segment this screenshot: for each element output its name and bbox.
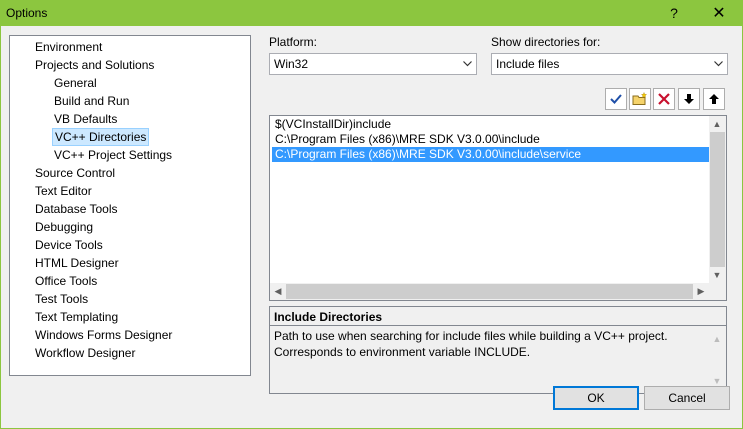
tree-item[interactable]: Windows Forms Designer <box>33 326 174 344</box>
scroll-right-icon[interactable]: ▶ <box>693 283 709 299</box>
chevron-down-icon <box>458 54 476 74</box>
divider <box>270 325 726 326</box>
tree-item[interactable]: Build and Run <box>52 92 131 110</box>
tree-item[interactable]: Source Control <box>33 164 117 182</box>
directory-row[interactable]: C:\Program Files (x86)\MRE SDK V3.0.00\i… <box>272 132 709 147</box>
arrow-up-icon <box>709 94 719 104</box>
description-scrollbar[interactable]: ▲ ▼ <box>709 326 726 393</box>
directory-list[interactable]: C:\Program Files (x86)\MRE SDK V3.0.00\i… <box>269 115 727 301</box>
window-title: Options <box>6 6 48 20</box>
move-down-button[interactable] <box>678 88 700 110</box>
show-dirs-value: Include files <box>496 57 560 71</box>
tree-item[interactable]: Text Editor <box>33 182 94 200</box>
new-folder-button[interactable] <box>629 88 651 110</box>
options-tree[interactable]: Environment Projects and Solutions General… <box>9 35 251 376</box>
tree-item[interactable]: General <box>52 74 99 92</box>
scroll-up-icon[interactable]: ▲ <box>709 116 725 132</box>
platform-label: Platform: <box>269 35 318 49</box>
tree-item[interactable]: Office Tools <box>33 272 99 290</box>
close-button[interactable]: ✕ <box>697 0 741 26</box>
arrow-down-icon <box>684 94 694 104</box>
check-icon <box>610 94 622 104</box>
vertical-scrollbar[interactable]: ▲ ▼ <box>709 116 726 283</box>
tree-item[interactable]: VC++ Project Settings <box>52 146 174 164</box>
tree-item[interactable]: HTML Designer <box>33 254 121 272</box>
description-text: Path to use when searching for include f… <box>274 329 668 359</box>
description-title: Include Directories <box>274 310 383 324</box>
show-dirs-label: Show directories for: <box>491 35 601 49</box>
tree-item[interactable]: Debugging <box>33 218 95 236</box>
tree-item[interactable]: Database Tools <box>33 200 120 218</box>
horizontal-scrollbar[interactable]: ◀ ▶ <box>270 283 709 300</box>
tree-item[interactable]: VB Defaults <box>52 110 119 128</box>
tree-item[interactable]: VC++ Directories <box>52 128 150 146</box>
directory-row[interactable]: C:\Program Files (x86)\MRE SDK V3.0.00\i… <box>272 147 709 162</box>
scroll-thumb[interactable] <box>710 132 725 267</box>
scroll-thumb[interactable] <box>286 284 693 299</box>
platform-value: Win32 <box>274 57 309 71</box>
ok-button[interactable]: OK <box>553 386 639 410</box>
scroll-up-icon[interactable]: ▲ <box>709 331 725 347</box>
tree-item[interactable]: Projects and Solutions <box>33 56 156 74</box>
cancel-button[interactable]: Cancel <box>644 386 730 410</box>
platform-select[interactable]: Win32 <box>269 53 477 75</box>
tree-item[interactable]: Test Tools <box>33 290 90 308</box>
title-bar: Options ? ✕ <box>0 0 743 26</box>
description-panel: Include Directories Path to use when sea… <box>269 306 727 394</box>
scroll-down-icon[interactable]: ▼ <box>709 267 725 283</box>
scroll-left-icon[interactable]: ◀ <box>270 283 286 299</box>
tree-item[interactable]: Workflow Designer <box>33 344 137 362</box>
tree-item[interactable]: Text Templating <box>33 308 120 326</box>
dialog-body: Environment Projects and Solutions General… <box>0 26 743 429</box>
tree-item[interactable]: Environment <box>33 38 104 56</box>
check-button[interactable] <box>605 88 627 110</box>
help-button[interactable]: ? <box>652 0 696 26</box>
chevron-down-icon <box>709 54 727 74</box>
delete-icon <box>658 93 670 105</box>
show-dirs-select[interactable]: Include files <box>491 53 728 75</box>
move-up-button[interactable] <box>703 88 725 110</box>
new-folder-icon <box>632 92 648 105</box>
directory-row[interactable]: $(VCInstallDir)include <box>272 117 709 132</box>
delete-button[interactable] <box>653 88 675 110</box>
scroll-corner <box>709 283 726 300</box>
tree-item[interactable]: Device Tools <box>33 236 105 254</box>
